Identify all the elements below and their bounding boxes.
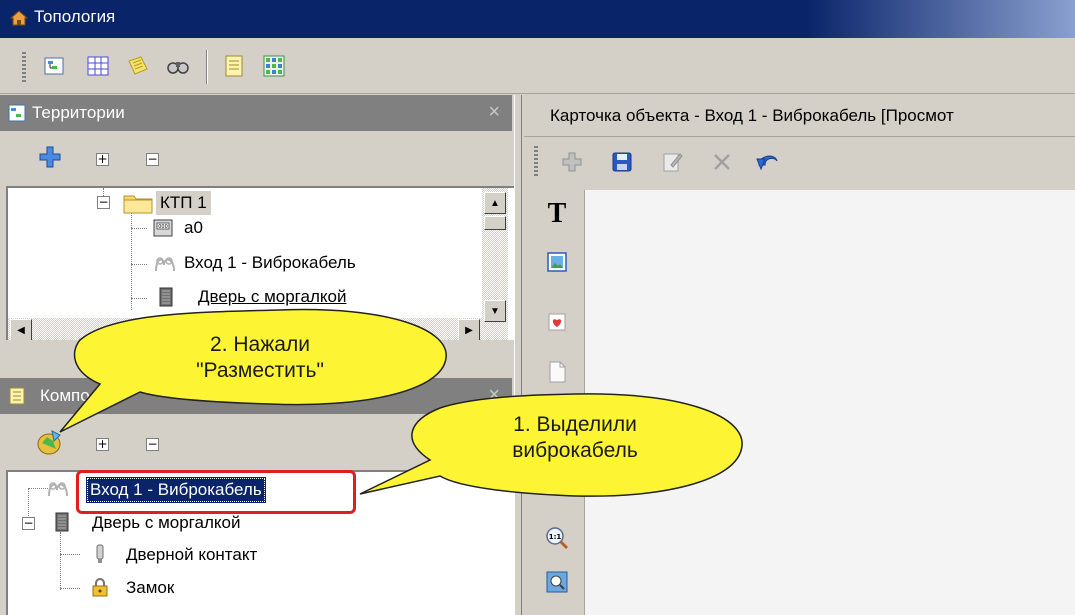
callout-step1-line: 1. Выделили виброкабель: [512, 413, 638, 462]
topology-window: Топология Территории × + − − КТП 1 000 а…: [0, 0, 1075, 615]
callout-step1-text: 1. Выделили виброкабель: [440, 412, 710, 464]
callout-step1: [359, 393, 743, 497]
